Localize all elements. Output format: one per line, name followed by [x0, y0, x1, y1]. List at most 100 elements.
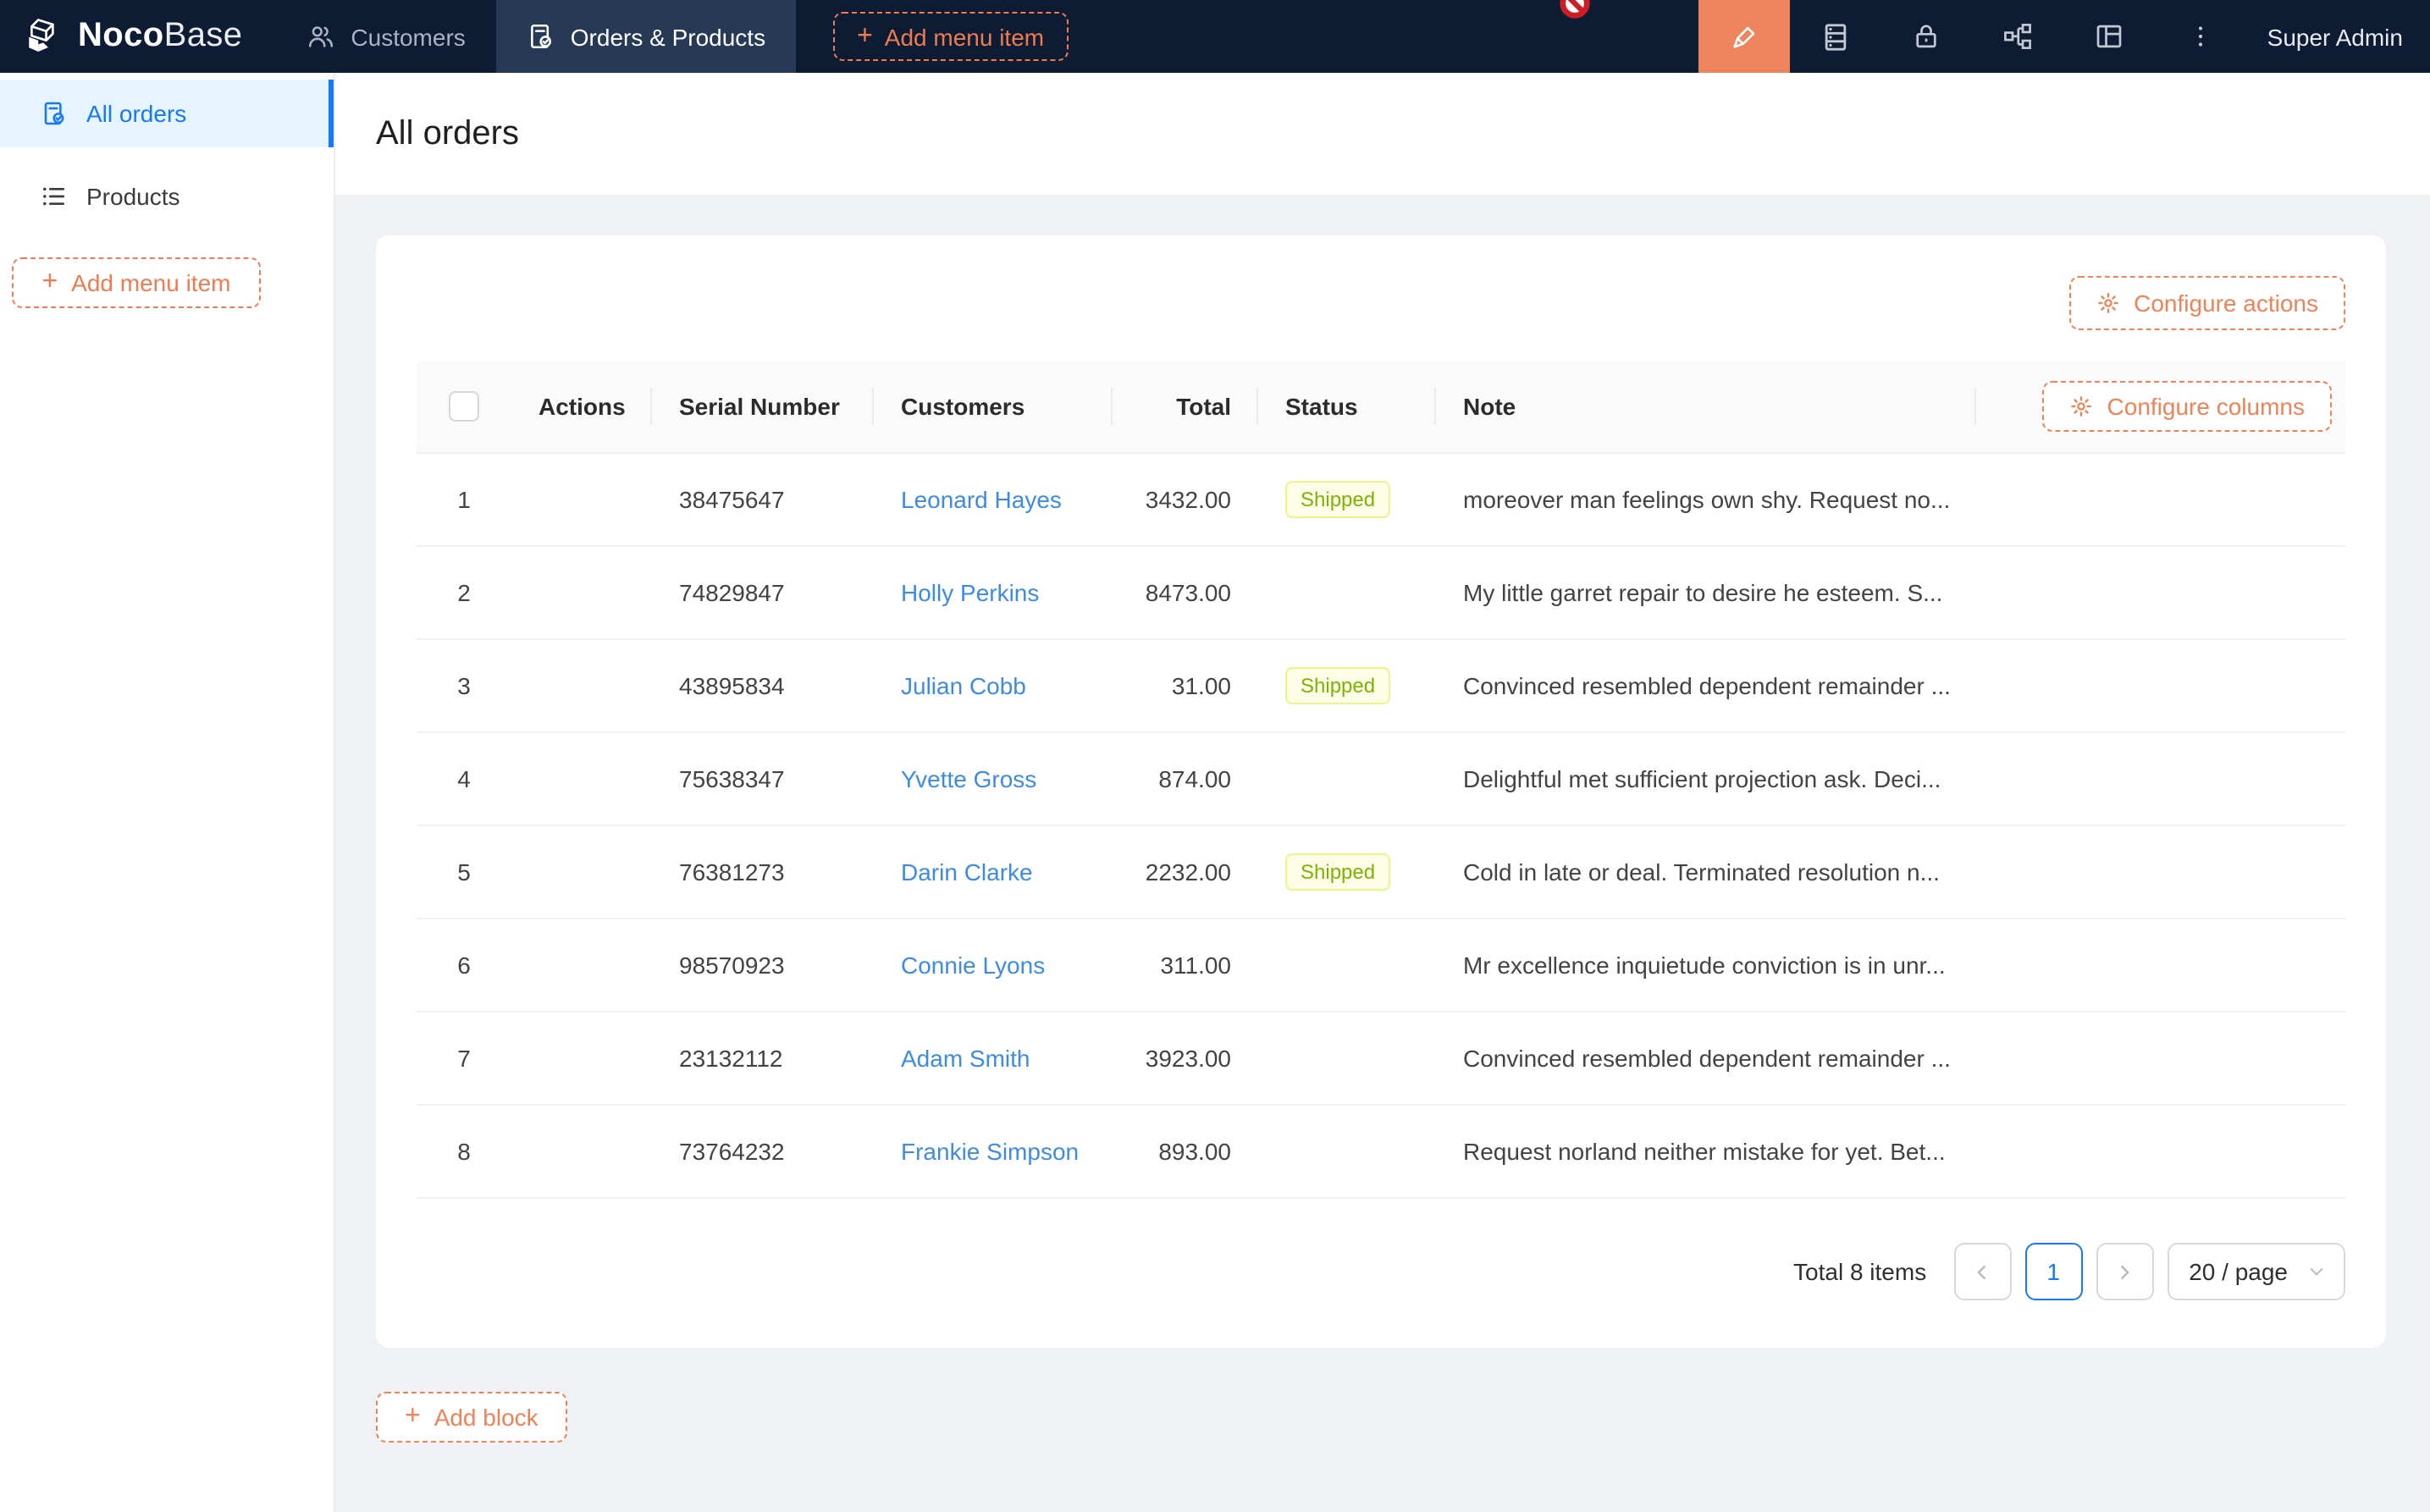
previous-page-button[interactable]	[1953, 1243, 2011, 1300]
customer-link[interactable]: Frankie Simpson	[901, 1138, 1079, 1165]
cell-actions	[511, 733, 652, 826]
cell-status: Shipped	[1258, 826, 1436, 919]
cell-serial: 73764232	[652, 1106, 874, 1199]
cell-customer: Frankie Simpson	[874, 1106, 1113, 1199]
cell-customer: Darin Clarke	[874, 826, 1113, 919]
cell-extra	[1976, 640, 2345, 733]
cell-total: 3923.00	[1113, 1013, 1258, 1106]
pagination: Total 8 items 1 20 / page	[417, 1243, 2345, 1300]
more-icon-button[interactable]	[2156, 0, 2247, 73]
column-header-actions: Actions	[511, 361, 652, 454]
cell-serial: 75638347	[652, 733, 874, 826]
cell-status	[1258, 919, 1436, 1013]
customer-link[interactable]: Darin Clarke	[901, 858, 1033, 886]
customer-link[interactable]: Yvette Gross	[901, 765, 1036, 792]
nav-item-orders-products[interactable]: Orders & Products	[496, 0, 796, 73]
cell-customer: Yvette Gross	[874, 733, 1113, 826]
sidebar: All orders Products + Add menu item	[0, 73, 335, 1512]
configure-columns-button[interactable]: Configure columns	[2043, 381, 2332, 432]
sidebar-item-products[interactable]: Products	[0, 163, 334, 230]
cell-extra	[1976, 733, 2345, 826]
column-header-sel	[417, 361, 511, 454]
cell-note: Cold in late or deal. Terminated resolut…	[1436, 826, 1976, 919]
cell-note: moreover man feelings own shy. Request n…	[1436, 454, 1976, 547]
table-row: 274829847Holly Perkins8473.00My little g…	[417, 547, 2345, 640]
layout-icon-button[interactable]	[2064, 0, 2156, 73]
page-size-select[interactable]: 20 / page	[2167, 1243, 2345, 1300]
orders-table: ActionsSerial NumberCustomersTotalStatus…	[417, 361, 2345, 1199]
ui-editor-pen-icon	[1729, 21, 1759, 52]
nav-add-menu-item-button[interactable]: + Add menu item	[833, 12, 1068, 61]
cell-serial: 98570923	[652, 919, 874, 1013]
order-form-icon	[41, 100, 68, 127]
plus-icon: +	[41, 269, 58, 296]
cell-status	[1258, 547, 1436, 640]
cell-actions	[511, 1106, 652, 1199]
nav-item-customers[interactable]: Customers	[276, 0, 495, 73]
table-row: 576381273Darin Clarke2232.00ShippedCold …	[417, 826, 2345, 919]
column-header-extra: Configure columns	[1976, 361, 2345, 454]
apartment-icon-button[interactable]	[1973, 0, 2064, 73]
cell-note: Convinced resembled dependent remainder …	[1436, 640, 1976, 733]
next-page-button[interactable]	[2096, 1243, 2153, 1300]
nocobase-logo[interactable]: NocoBase	[0, 0, 276, 73]
table-row: 138475647Leonard Hayes3432.00Shippedmore…	[417, 454, 2345, 547]
cell-extra	[1976, 1106, 2345, 1199]
customer-link[interactable]: Connie Lyons	[901, 952, 1045, 979]
nocobase-logo-text: NocoBase	[78, 17, 242, 56]
column-header-serial: Serial Number	[652, 361, 874, 454]
cell-extra	[1976, 826, 2345, 919]
cell-sel: 7	[417, 1013, 511, 1106]
navbar-spacer	[1068, 0, 1698, 73]
cell-extra	[1976, 919, 2345, 1013]
cell-total: 874.00	[1113, 733, 1258, 826]
page-number-1[interactable]: 1	[2024, 1243, 2082, 1300]
app-window: NocoBase Customers	[0, 0, 2430, 1512]
cell-total: 31.00	[1113, 640, 1258, 733]
select-all-checkbox[interactable]	[449, 391, 479, 422]
status-tag: Shipped	[1285, 853, 1390, 891]
page-title: All orders	[376, 114, 519, 153]
table-row: 698570923Connie Lyons311.00Mr excellence…	[417, 919, 2345, 1013]
cell-customer: Connie Lyons	[874, 919, 1113, 1013]
table-row: 723132112Adam Smith3923.00Convinced rese…	[417, 1013, 2345, 1106]
sidebar-item-all-orders[interactable]: All orders	[0, 80, 334, 147]
customer-link[interactable]: Leonard Hayes	[901, 486, 1062, 513]
cell-status: Shipped	[1258, 454, 1436, 547]
table-row: 873764232Frankie Simpson893.00Request no…	[417, 1106, 2345, 1199]
sidebar-add-menu-item-button[interactable]: + Add menu item	[12, 257, 261, 308]
customer-link[interactable]: Adam Smith	[901, 1045, 1030, 1072]
table-row: 475638347Yvette Gross874.00Delightful me…	[417, 733, 2345, 826]
user-menu[interactable]: Super Admin	[2247, 0, 2430, 73]
chevron-right-icon	[2115, 1262, 2134, 1281]
add-block-button[interactable]: + Add block	[376, 1392, 567, 1443]
content-area: Configure actions ActionsSerial NumberCu…	[335, 195, 2430, 1512]
cell-total: 8473.00	[1113, 547, 1258, 640]
cell-serial: 76381273	[652, 826, 874, 919]
cell-actions	[511, 454, 652, 547]
customer-link[interactable]: Holly Perkins	[901, 579, 1039, 606]
cell-customer: Leonard Hayes	[874, 454, 1113, 547]
cell-customer: Holly Perkins	[874, 547, 1113, 640]
nav-item-label: Orders & Products	[571, 23, 765, 50]
configure-actions-button[interactable]: Configure actions	[2069, 276, 2345, 330]
lock-icon-button[interactable]	[1881, 0, 1973, 73]
chevron-left-icon	[1973, 1262, 1991, 1281]
cell-note: My little garret repair to desire he est…	[1436, 547, 1976, 640]
page-header: All orders	[335, 73, 2430, 195]
cell-total: 893.00	[1113, 1106, 1258, 1199]
sidebar-item-label: Products	[86, 183, 180, 210]
database-icon-button[interactable]	[1790, 0, 1881, 73]
cell-status: Shipped	[1258, 640, 1436, 733]
cell-sel: 5	[417, 826, 511, 919]
pagination-total: Total 8 items	[1793, 1258, 1926, 1285]
cell-actions	[511, 640, 652, 733]
cell-actions	[511, 547, 652, 640]
sidebar-item-label: All orders	[86, 100, 186, 127]
cell-total: 311.00	[1113, 919, 1258, 1013]
cell-serial: 43895834	[652, 640, 874, 733]
table-header-row: ActionsSerial NumberCustomersTotalStatus…	[417, 361, 2345, 454]
cell-actions	[511, 1013, 652, 1106]
ui-editor-button[interactable]	[1698, 0, 1790, 73]
customer-link[interactable]: Julian Cobb	[901, 672, 1026, 699]
